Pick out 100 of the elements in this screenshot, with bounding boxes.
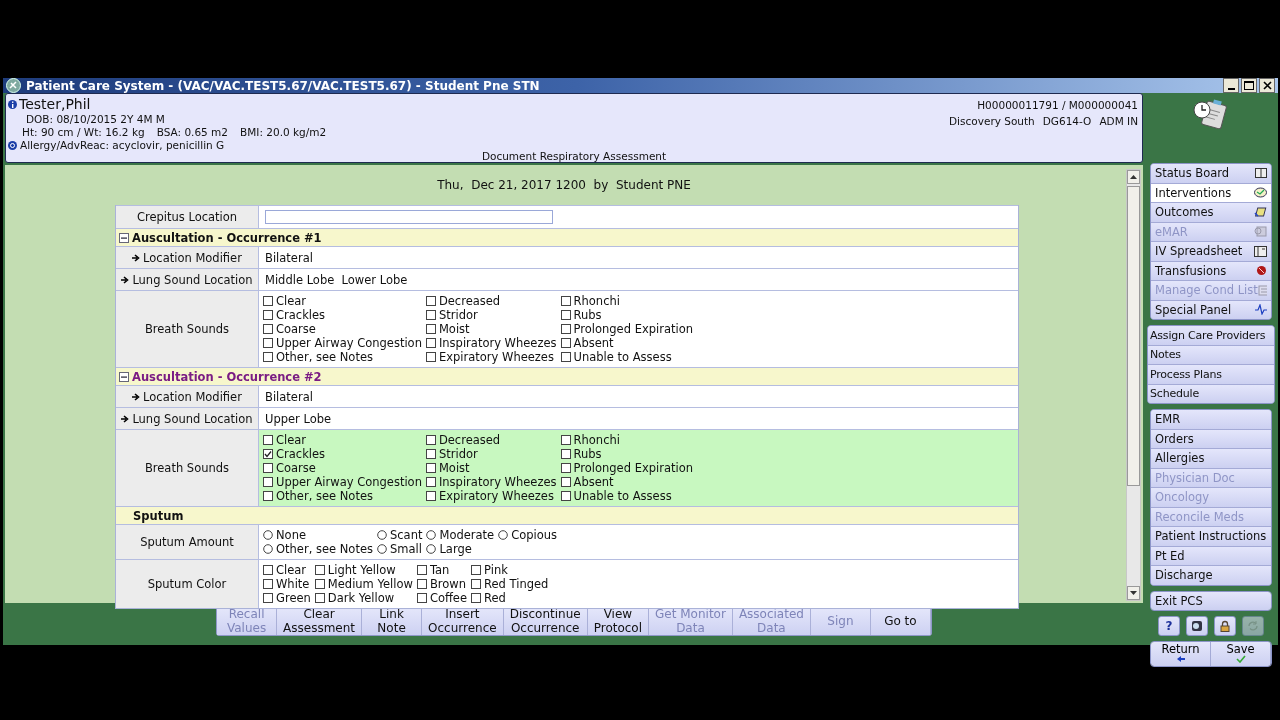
option-label: Red <box>484 591 506 605</box>
checkbox[interactable] <box>471 565 481 575</box>
checkbox[interactable] <box>425 463 436 473</box>
option-label: Large <box>439 542 472 556</box>
option-label: Small <box>390 542 422 556</box>
checkbox[interactable] <box>425 324 436 334</box>
item-icon <box>1255 304 1267 316</box>
radio-button[interactable] <box>426 544 437 554</box>
nav-item[interactable]: Discharge <box>1151 566 1271 585</box>
radio-button[interactable] <box>263 544 273 554</box>
checkbox[interactable] <box>471 593 481 603</box>
collapse-icon[interactable] <box>119 371 129 382</box>
help-button[interactable]: ? <box>1158 616 1180 636</box>
nav-item[interactable]: Pt Ed <box>1151 546 1271 566</box>
checkbox[interactable] <box>263 579 273 589</box>
nav-item[interactable]: Patient Instructions <box>1151 527 1271 547</box>
minimize-button[interactable] <box>1223 78 1239 93</box>
checkbox[interactable] <box>263 352 273 362</box>
checkbox[interactable] <box>560 463 571 473</box>
radio-button[interactable] <box>263 530 273 540</box>
collapse-icon[interactable] <box>119 232 129 243</box>
checkbox[interactable] <box>263 435 273 445</box>
radio-button[interactable] <box>498 530 509 540</box>
checkbox[interactable] <box>416 565 427 575</box>
checkbox[interactable] <box>263 296 273 306</box>
nav-item[interactable]: Orders <box>1151 429 1271 449</box>
option-label: Green <box>276 591 311 605</box>
checkbox[interactable] <box>425 296 436 306</box>
field-value: Bilateral <box>265 389 313 404</box>
field-label: Breath Sounds <box>144 461 230 475</box>
nav-item[interactable]: Outcomes <box>1151 203 1271 223</box>
checkbox[interactable] <box>425 491 436 501</box>
close-button[interactable] <box>1259 78 1275 93</box>
checkbox[interactable] <box>560 491 571 501</box>
checkbox[interactable] <box>560 310 571 320</box>
radio-button[interactable] <box>377 544 387 554</box>
measurement: BMI: 20.0 kg/m2 <box>240 126 327 139</box>
option-label: Other, see Notes <box>276 489 373 503</box>
option-label: Rhonchi <box>573 294 620 308</box>
nav-item[interactable]: EMR <box>1151 410 1271 430</box>
maximize-button[interactable] <box>1241 78 1257 93</box>
nav-item[interactable]: Exit PCS <box>1151 591 1271 610</box>
checkbox[interactable] <box>425 310 436 320</box>
checkbox[interactable] <box>425 449 436 459</box>
checkbox[interactable] <box>560 338 571 348</box>
checkbox[interactable] <box>263 449 273 459</box>
option-label: Clear <box>276 294 307 308</box>
checkbox[interactable] <box>425 477 436 487</box>
checkbox[interactable] <box>263 338 273 348</box>
item-icon <box>1254 206 1267 218</box>
nav-item[interactable]: Notes <box>1148 345 1274 365</box>
checkbox[interactable] <box>425 435 436 445</box>
checkbox[interactable] <box>425 352 436 362</box>
checkbox[interactable] <box>263 463 273 473</box>
checkbox[interactable] <box>560 435 571 445</box>
checkbox[interactable] <box>263 324 273 334</box>
option-label: Rubs <box>573 447 602 461</box>
checkbox[interactable] <box>560 449 571 459</box>
option-label: Medium Yellow <box>327 577 413 591</box>
radio-button[interactable] <box>377 530 387 540</box>
checkbox[interactable] <box>560 352 571 362</box>
input-field[interactable] <box>265 210 553 224</box>
checkbox[interactable] <box>314 593 325 603</box>
window-title: Patient Care System - (VAC/VAC.TEST5.67/VAC.TEST5.67) - Student Pne STN <box>26 78 541 93</box>
checkbox[interactable] <box>416 593 427 603</box>
item-icon <box>1256 265 1267 277</box>
assessment-heading: Thu, Dec 21, 2017 1200 by Student PNE <box>437 178 691 192</box>
checkbox[interactable] <box>263 310 273 320</box>
nav-item[interactable]: Process Plans <box>1148 365 1274 385</box>
lock-button[interactable] <box>1214 616 1236 636</box>
checkbox[interactable] <box>416 579 427 589</box>
checkbox[interactable] <box>471 579 481 589</box>
field-label: Location Modifier <box>143 250 242 265</box>
checkbox[interactable] <box>263 477 273 487</box>
radio-button[interactable] <box>426 530 437 540</box>
nav-item[interactable]: Interventions <box>1151 183 1271 203</box>
checkbox[interactable] <box>263 565 273 575</box>
globe-button[interactable] <box>1186 616 1208 636</box>
checkbox[interactable] <box>314 579 325 589</box>
option-label: Inspiratory Wheezes <box>438 475 557 489</box>
checkbox[interactable] <box>560 477 571 487</box>
nav-item[interactable]: Status Board <box>1151 164 1271 184</box>
option-label: Coffee <box>429 591 467 605</box>
option-label: Inspiratory Wheezes <box>438 336 557 350</box>
checkbox[interactable] <box>263 491 273 501</box>
scrollbar[interactable] <box>1126 169 1141 601</box>
checkbox[interactable] <box>314 565 325 575</box>
nav-item[interactable]: IV Spreadsheet <box>1151 242 1271 262</box>
checkbox[interactable] <box>560 296 571 306</box>
nav-item[interactable]: Assign Care Providers <box>1148 326 1274 346</box>
checkbox[interactable] <box>425 338 436 348</box>
nav-item[interactable]: Allergies <box>1151 449 1271 469</box>
checkbox[interactable] <box>560 324 571 334</box>
field-value: Upper Lobe <box>265 411 332 426</box>
checkbox[interactable] <box>263 593 273 603</box>
nav-item[interactable]: Transfusions <box>1151 261 1271 281</box>
save-button[interactable]: Save <box>1211 642 1271 666</box>
check-icon <box>1235 655 1246 663</box>
return-button[interactable]: Return <box>1151 642 1211 666</box>
option-label: Crackles <box>276 308 326 322</box>
